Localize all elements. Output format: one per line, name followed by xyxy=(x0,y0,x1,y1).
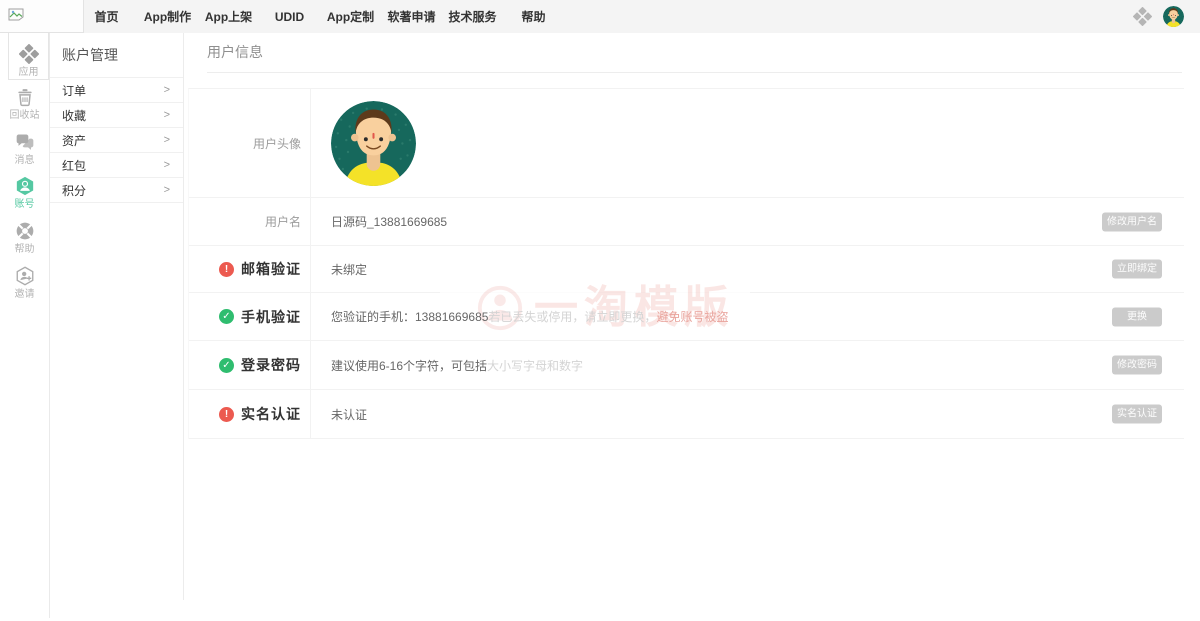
username-label: 用户名 xyxy=(264,215,301,229)
nav-item-copyright[interactable]: 软著申请 xyxy=(381,8,442,25)
logo-container[interactable] xyxy=(0,0,84,33)
rail-item-label: 应用 xyxy=(18,67,39,78)
sidebar-item-label: 红包 xyxy=(62,158,87,173)
sidebar-item-redpacket[interactable]: 红包 > xyxy=(50,153,183,178)
row-value-cell: 未绑定 xyxy=(311,246,1184,292)
password-hint: 建议使用6-16个字符，可包括 xyxy=(331,358,488,373)
invite-icon xyxy=(15,266,35,286)
user-avatar[interactable] xyxy=(1163,6,1184,27)
broken-image-icon xyxy=(8,8,24,22)
phone-verify-label: 手机验证 xyxy=(241,308,301,325)
profile-avatar[interactable] xyxy=(331,101,416,186)
rail-item-invite[interactable]: 邀请 xyxy=(0,266,49,300)
password-hint-faded: 大小写字母和数字 xyxy=(487,358,584,373)
account-sidebar: 账户管理 订单 > 收藏 > 资产 > 红包 > 积分 > xyxy=(50,33,184,600)
trash-icon xyxy=(15,87,35,107)
rail-item-label: 邀请 xyxy=(14,289,35,300)
sidebar-item-favorites[interactable]: 收藏 > xyxy=(50,103,183,128)
account-hexagon-icon xyxy=(15,176,35,196)
main-nav: 首页 App制作 App上架 UDID App定制 软著申请 技术服务 帮助 xyxy=(76,0,564,33)
phone-value: 您验证的手机：13881669685 xyxy=(331,310,489,324)
sidebar-item-points[interactable]: 积分 > xyxy=(50,178,183,203)
avatar-image xyxy=(1163,6,1184,27)
phone-warning-link[interactable]: 避免账号被盗 xyxy=(656,308,728,325)
chevron-right-icon: > xyxy=(163,134,170,146)
user-info-table: 用户头像 用户名 日源码_13881669685 修改用户名 ! 邮箱验证 未绑… xyxy=(188,88,1184,439)
title-divider xyxy=(207,72,1182,73)
phone-hint-faded: 若已丢失或停用，请立即更换， xyxy=(488,310,657,324)
nav-item-tech-service[interactable]: 技术服务 xyxy=(442,8,503,25)
row-label-cell: ✓ 手机验证 xyxy=(189,293,311,340)
bind-email-button[interactable]: 立即绑定 xyxy=(1112,259,1162,279)
realname-label: 实名认证 xyxy=(241,406,301,422)
sidebar-item-assets[interactable]: 资产 > xyxy=(50,128,183,153)
row-avatar: 用户头像 xyxy=(189,89,1184,198)
avatar-image xyxy=(331,101,416,186)
message-icon xyxy=(15,132,35,152)
rail-item-label: 账号 xyxy=(14,199,35,210)
rail-item-apps[interactable]: 应用 xyxy=(8,33,49,80)
page-title: 用户信息 xyxy=(207,44,263,60)
username-value: 日源码_13881669685 xyxy=(331,215,448,229)
row-password: ✓ 登录密码 建议使用6-16个字符，可包括 大小写字母和数字 修改密码 xyxy=(189,341,1184,390)
rail-item-label: 帮助 xyxy=(14,244,35,255)
email-status-value: 未绑定 xyxy=(331,262,368,277)
avatar-label: 用户头像 xyxy=(252,136,301,151)
sidebar-item-orders[interactable]: 订单 > xyxy=(50,78,183,103)
lifebuoy-icon xyxy=(15,221,35,241)
sidebar-item-label: 资产 xyxy=(62,133,87,148)
chevron-right-icon: > xyxy=(163,159,170,171)
sidebar-item-label: 订单 xyxy=(62,83,87,98)
row-realname: ! 实名认证 未认证 实名认证 xyxy=(189,390,1184,439)
verify-realname-button[interactable]: 实名认证 xyxy=(1112,404,1162,424)
main-content: 用户信息 用户头像 用户名 日源码_13881669685 修改用户名 ! 邮箱… xyxy=(188,33,1184,621)
sidebar-item-label: 积分 xyxy=(62,183,87,198)
nav-item-help[interactable]: 帮助 xyxy=(503,8,564,25)
change-password-button[interactable]: 修改密码 xyxy=(1112,355,1162,375)
warning-icon: ! xyxy=(219,406,234,422)
topnav-right xyxy=(1133,0,1184,33)
row-label-cell: ✓ 登录密码 xyxy=(189,341,311,389)
rail-item-label: 消息 xyxy=(14,155,35,166)
row-label-cell: 用户名 xyxy=(189,198,311,245)
row-email-verify: ! 邮箱验证 未绑定 立即绑定 xyxy=(189,246,1184,293)
row-label-cell: ! 邮箱验证 xyxy=(189,246,311,292)
chevron-right-icon: > xyxy=(163,109,170,121)
chevron-right-icon: > xyxy=(163,84,170,96)
row-label-cell: 用户头像 xyxy=(189,89,311,197)
rail-item-recycle[interactable]: 回收站 xyxy=(0,87,49,121)
chevron-right-icon: > xyxy=(163,184,170,196)
rail-item-label: 回收站 xyxy=(9,110,40,121)
check-icon: ✓ xyxy=(219,357,234,373)
rail-item-messages[interactable]: 消息 xyxy=(0,132,49,166)
rail-item-help[interactable]: 帮助 xyxy=(0,221,49,255)
row-value-cell: 您验证的手机：13881669685 若已丢失或停用，请立即更换， 避免账号被盗 xyxy=(311,293,1184,340)
apps-grid-icon[interactable] xyxy=(1133,7,1152,26)
row-value-cell: 日源码_13881669685 xyxy=(311,198,1184,245)
nav-item-home[interactable]: 首页 xyxy=(76,8,137,25)
rail-item-account[interactable]: 账号 xyxy=(0,176,49,210)
row-username: 用户名 日源码_13881669685 修改用户名 xyxy=(189,198,1184,246)
nav-item-app-build[interactable]: App制作 xyxy=(137,8,198,25)
icon-rail: 应用 回收站 消息 账号 帮助 邀请 xyxy=(0,33,50,618)
email-verify-label: 邮箱验证 xyxy=(241,261,301,277)
sidebar-item-label: 收藏 xyxy=(62,108,87,123)
sidebar-title: 账户管理 xyxy=(50,33,183,78)
edit-username-button[interactable]: 修改用户名 xyxy=(1102,212,1162,231)
password-label: 登录密码 xyxy=(241,357,301,373)
top-navigation: 首页 App制作 App上架 UDID App定制 软著申请 技术服务 帮助 xyxy=(0,0,1200,33)
nav-item-app-custom[interactable]: App定制 xyxy=(320,8,381,25)
check-icon: ✓ xyxy=(219,309,234,324)
nav-item-udid[interactable]: UDID xyxy=(259,10,320,24)
pinwheel-apps-icon xyxy=(19,44,39,64)
row-label-cell: ! 实名认证 xyxy=(189,390,311,438)
row-value-cell: 建议使用6-16个字符，可包括 大小写字母和数字 xyxy=(311,341,1184,389)
nav-item-app-publish[interactable]: App上架 xyxy=(198,8,259,25)
warning-icon: ! xyxy=(219,261,234,277)
change-phone-button[interactable]: 更换 xyxy=(1112,307,1162,326)
row-value-cell xyxy=(311,89,1184,197)
row-phone-verify: ✓ 手机验证 您验证的手机：13881669685 若已丢失或停用，请立即更换，… xyxy=(189,293,1184,341)
realname-status-value: 未认证 xyxy=(331,407,368,422)
row-value-cell: 未认证 xyxy=(311,390,1184,438)
